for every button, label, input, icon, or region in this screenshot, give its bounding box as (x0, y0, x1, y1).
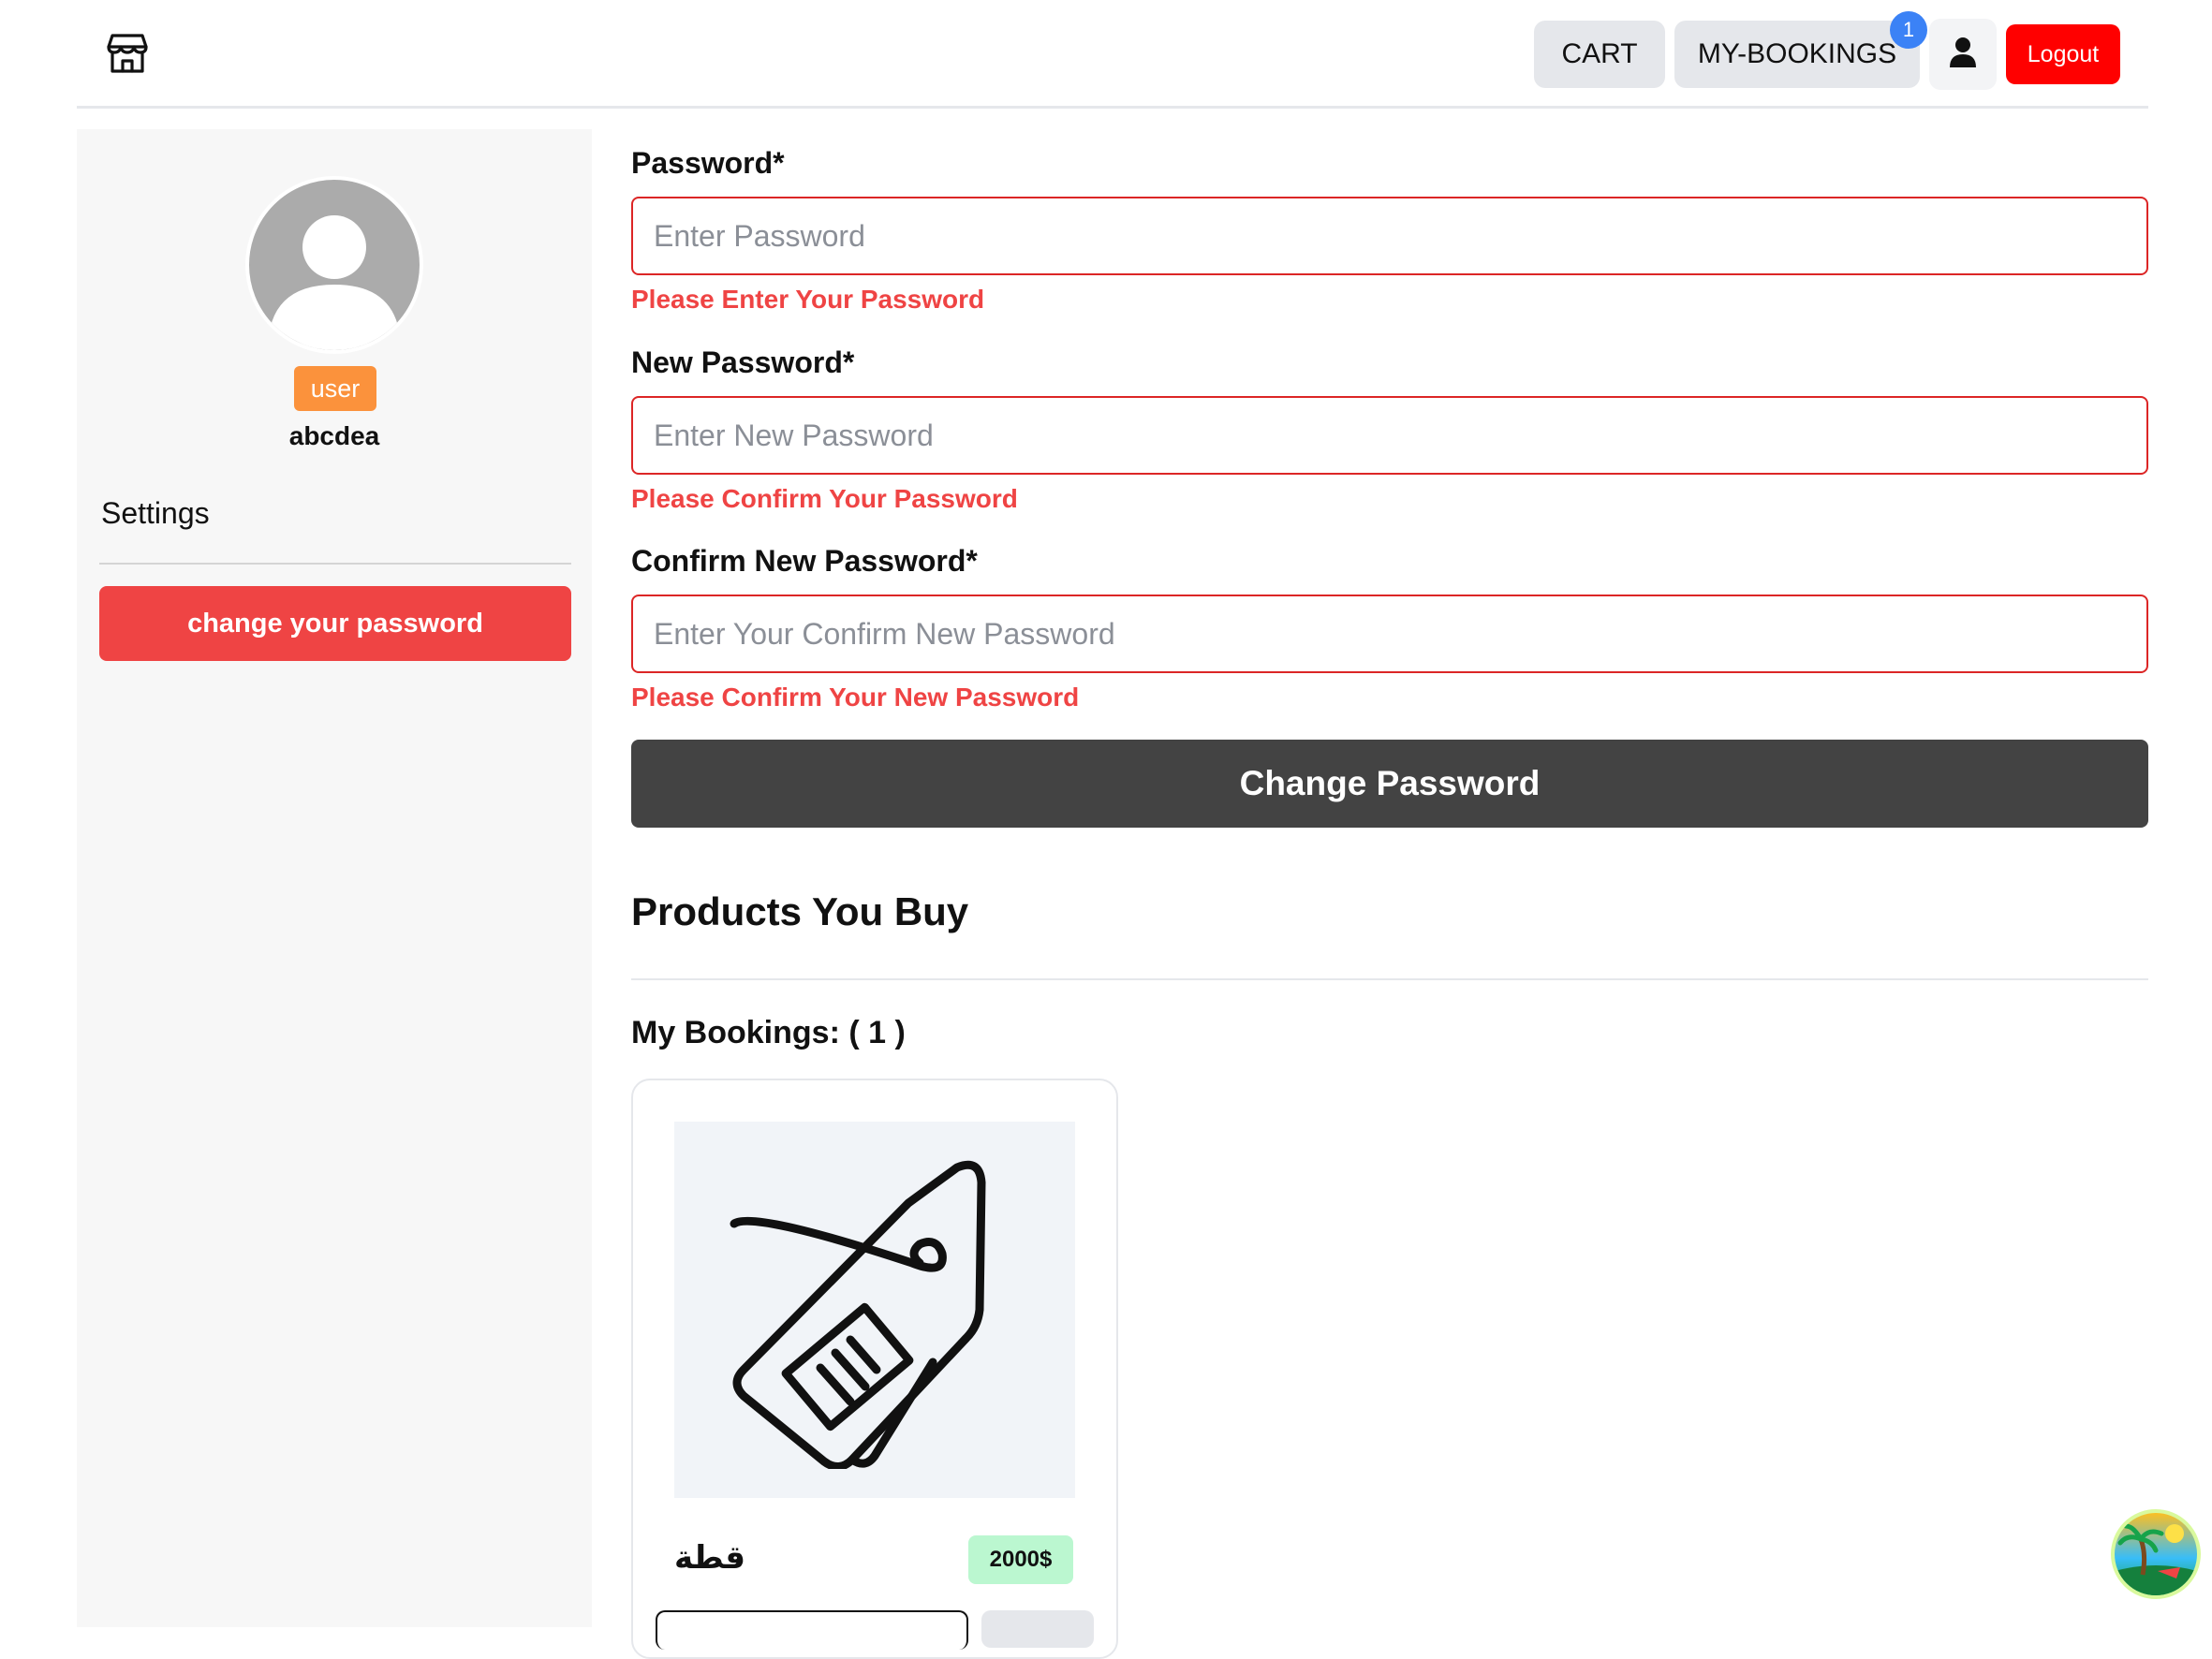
role-badge: user (294, 366, 376, 411)
my-bookings-button[interactable]: MY-BOOKINGS 1 (1674, 11, 1927, 88)
bookings-count-badge: 1 (1890, 11, 1927, 49)
floating-chat-widget[interactable] (2111, 1509, 2201, 1599)
palm-island-icon (2115, 1523, 2197, 1595)
products-divider (631, 978, 2148, 980)
change-password-button[interactable]: Change Password (631, 740, 2148, 828)
password-input[interactable] (631, 197, 2148, 275)
settings-heading: Settings (101, 496, 210, 530)
my-bookings-label: MY-BOOKINGS (1697, 38, 1897, 69)
product-card[interactable]: قطة 2000$ (631, 1079, 1118, 1659)
nav-actions: CART MY-BOOKINGS 1 Logout (1534, 11, 2120, 90)
price-tag-icon (730, 1160, 986, 1469)
password-label: Password* (631, 146, 785, 180)
user-profile-button[interactable] (1929, 19, 1997, 90)
logout-button[interactable]: Logout (2006, 24, 2120, 84)
password-error: Please Enter Your Password (631, 285, 985, 314)
new-password-input[interactable] (631, 396, 2148, 475)
user-icon (1949, 37, 1977, 73)
product-image (674, 1122, 1075, 1498)
avatar (245, 176, 423, 354)
store-icon[interactable] (105, 30, 150, 75)
profile-sidebar: user abcdea Settings change your passwor… (77, 129, 592, 1627)
new-password-error: Please Confirm Your Password (631, 484, 1018, 513)
username: abcdea (288, 421, 380, 450)
card-action-button[interactable] (656, 1610, 968, 1650)
top-navbar: CART MY-BOOKINGS 1 Logout (77, 0, 2148, 109)
sidebar-divider (99, 563, 571, 565)
confirm-password-label: Confirm New Password* (631, 544, 978, 578)
product-name: قطة (674, 1540, 746, 1576)
avatar-placeholder-icon (268, 215, 401, 350)
products-section-title: Products You Buy (631, 889, 969, 933)
product-price-badge: 2000$ (968, 1535, 1073, 1584)
new-password-label: New Password* (631, 345, 855, 379)
cart-button[interactable]: CART (1534, 21, 1665, 88)
confirm-password-input[interactable] (631, 595, 2148, 673)
change-your-password-button[interactable]: change your password (99, 586, 571, 661)
card-secondary-button[interactable] (981, 1610, 1094, 1648)
confirm-password-error: Please Confirm Your New Password (631, 683, 1080, 712)
bookings-count-title: My Bookings: ( 1 ) (631, 1015, 906, 1050)
